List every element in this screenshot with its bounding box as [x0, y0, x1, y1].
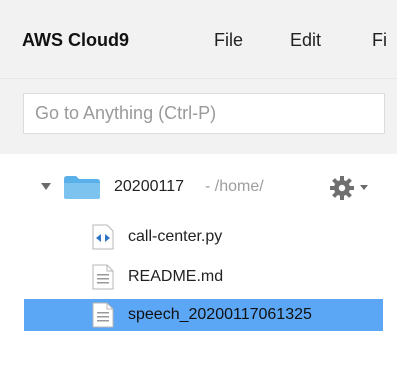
root-folder-path: - /home/ [205, 178, 264, 195]
file-tree: 20200117 - /home/ call-center.py README.… [0, 154, 397, 376]
tree-file-speech-selected[interactable]: speech_20200117061325 [24, 299, 383, 331]
goto-bar [0, 78, 397, 154]
menu-find[interactable]: Fi [372, 29, 387, 51]
file-label: README.md [128, 268, 224, 285]
tree-root-folder[interactable]: 20200117 - /home/ [0, 171, 397, 203]
file-label: speech_20200117061325 [128, 306, 312, 323]
gear-dropdown-caret-icon[interactable] [360, 185, 368, 190]
goto-anything-input[interactable] [23, 93, 385, 134]
tree-file-readme[interactable]: README.md [0, 261, 397, 293]
root-folder-name: 20200117 [114, 178, 184, 195]
document-icon [92, 302, 114, 328]
menu-file[interactable]: File [214, 29, 243, 51]
app-brand-menu[interactable]: AWS Cloud9 [22, 29, 129, 51]
menu-edit[interactable]: Edit [290, 29, 321, 51]
expand-caret-icon[interactable] [41, 183, 51, 190]
tree-file-call-center[interactable]: call-center.py [0, 221, 397, 253]
file-label: call-center.py [128, 228, 223, 245]
python-file-icon [92, 224, 114, 250]
gear-icon[interactable] [329, 175, 355, 201]
menu-bar: AWS Cloud9 File Edit Fi [0, 0, 397, 78]
document-icon [92, 264, 114, 290]
folder-icon [64, 176, 100, 199]
